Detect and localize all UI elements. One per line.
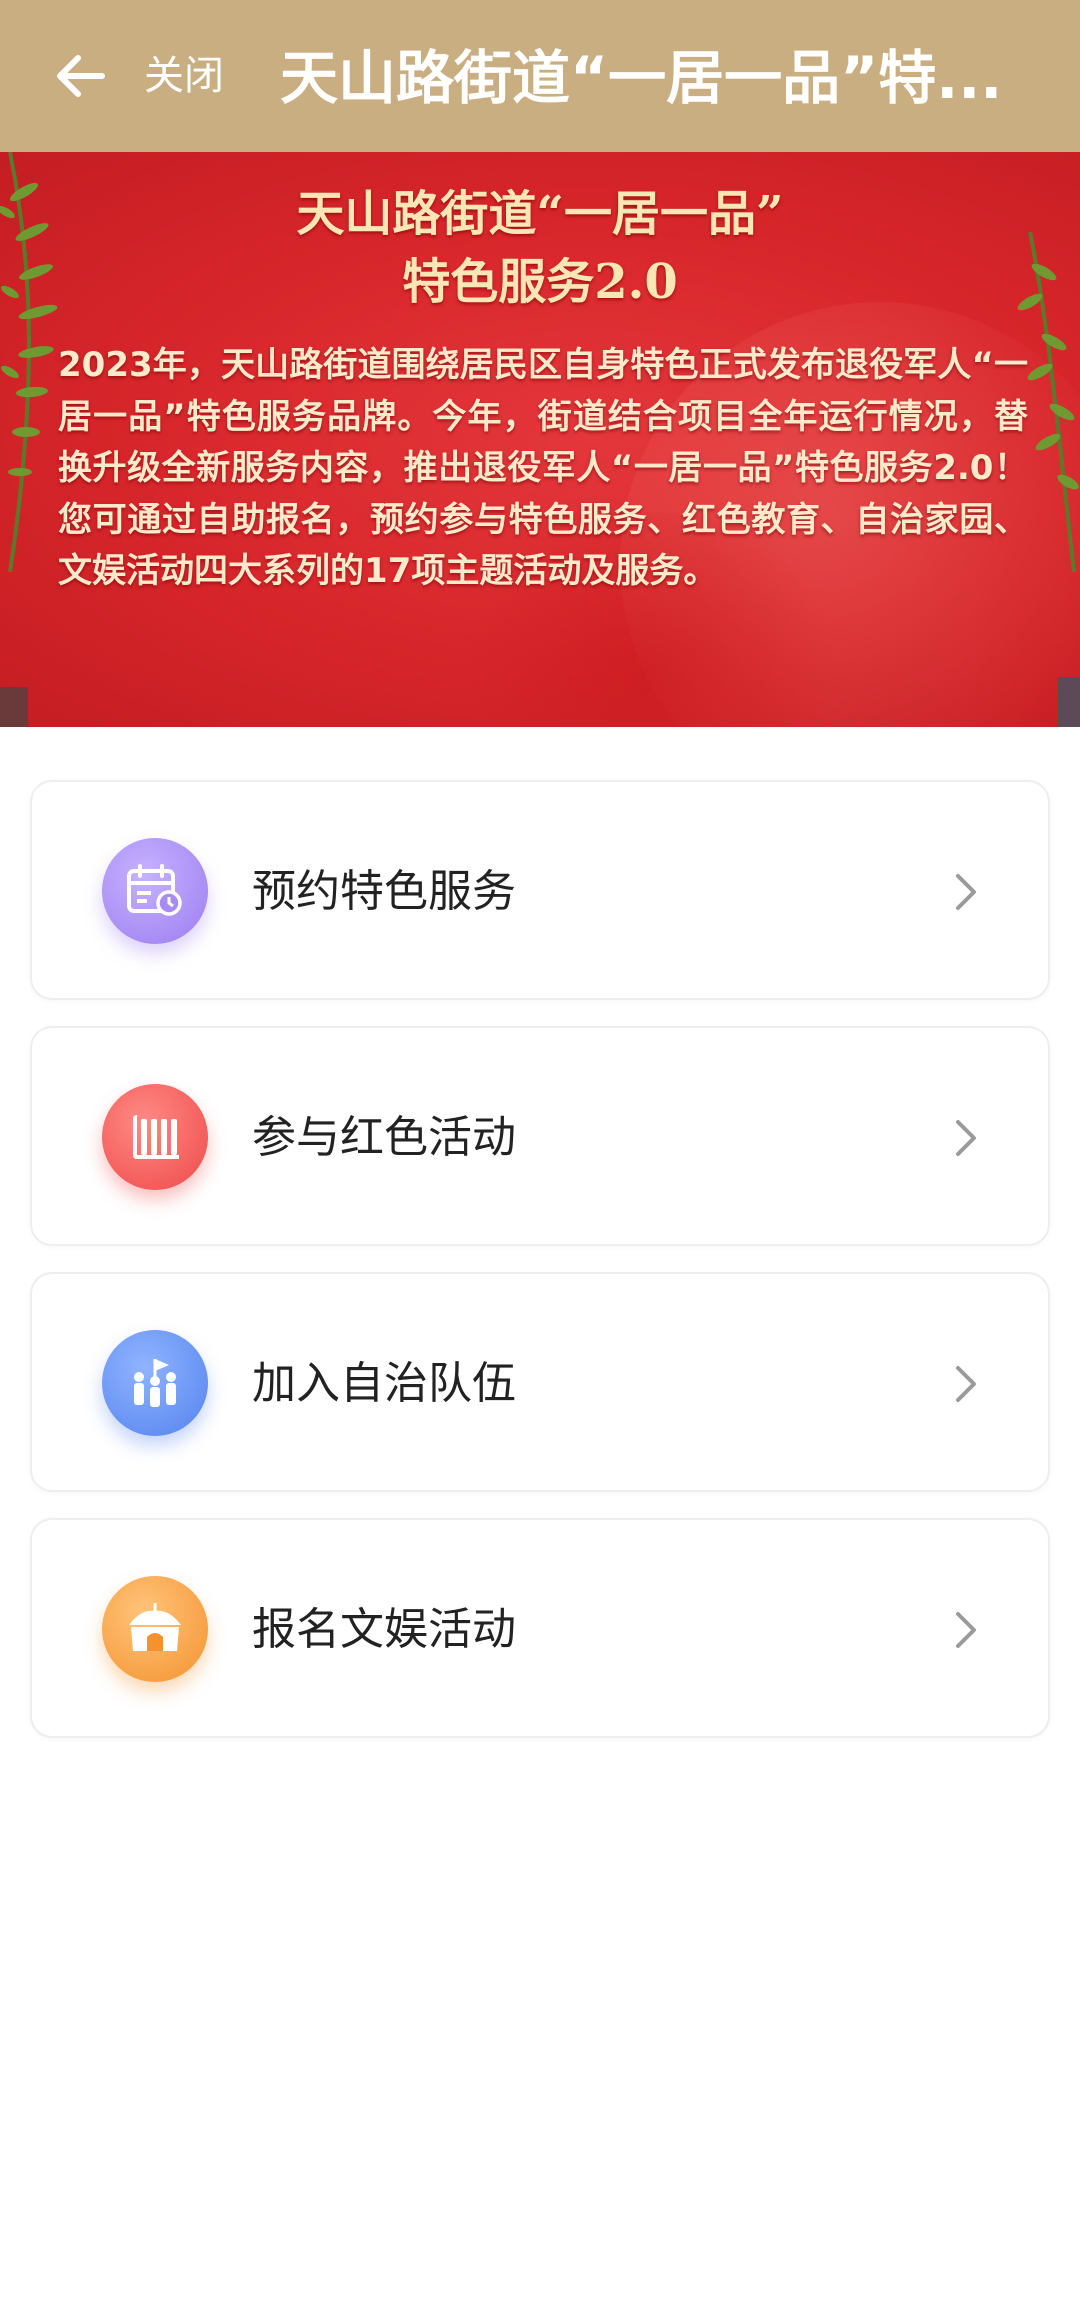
menu-item-join-team[interactable]: 加入自治队伍 xyxy=(30,1272,1050,1492)
chevron-right-icon xyxy=(956,1366,976,1402)
menu-item-label: 预约特色服务 xyxy=(252,866,516,917)
team-people-icon xyxy=(102,1330,208,1436)
menu-item-label: 加入自治队伍 xyxy=(252,1358,516,1409)
red-flag-icon xyxy=(102,1084,208,1190)
banner-title: 天山路街道“一居一品” xyxy=(296,186,784,242)
banner-description: 2023年，天山路街道围绕居民区自身特色正式发布退役军人“一居一品”特色服务品牌… xyxy=(58,345,1028,591)
back-button[interactable] xyxy=(48,44,112,108)
chevron-right-icon xyxy=(956,874,976,910)
banner-subtitle: 特色服务2.0 xyxy=(402,254,678,310)
menu-item-red-activity[interactable]: 参与红色活动 xyxy=(30,1026,1050,1246)
page-title: 天山路街道“一居一品”特... xyxy=(280,44,1003,112)
menu-item-entertainment[interactable]: 报名文娱活动 xyxy=(30,1518,1050,1738)
tent-stage-icon xyxy=(102,1576,208,1682)
plant-pot-left xyxy=(0,687,28,727)
chevron-right-icon xyxy=(956,1120,976,1156)
arrow-left-icon xyxy=(57,55,105,97)
banner-image: 天山路街道“一居一品” 特色服务2.0 2023年，天山路街道围绕居民区自身特色… xyxy=(0,152,1080,727)
top-bar: 关闭 天山路街道“一居一品”特... xyxy=(0,0,1080,152)
plant-pot-right xyxy=(1058,677,1080,727)
menu-item-book-service[interactable]: 预约特色服务 xyxy=(30,780,1050,1000)
menu-item-label: 报名文娱活动 xyxy=(252,1604,516,1655)
close-button[interactable]: 关闭 xyxy=(144,50,224,102)
calendar-clock-icon xyxy=(102,838,208,944)
menu-item-label: 参与红色活动 xyxy=(252,1112,516,1163)
chevron-right-icon xyxy=(956,1612,976,1648)
